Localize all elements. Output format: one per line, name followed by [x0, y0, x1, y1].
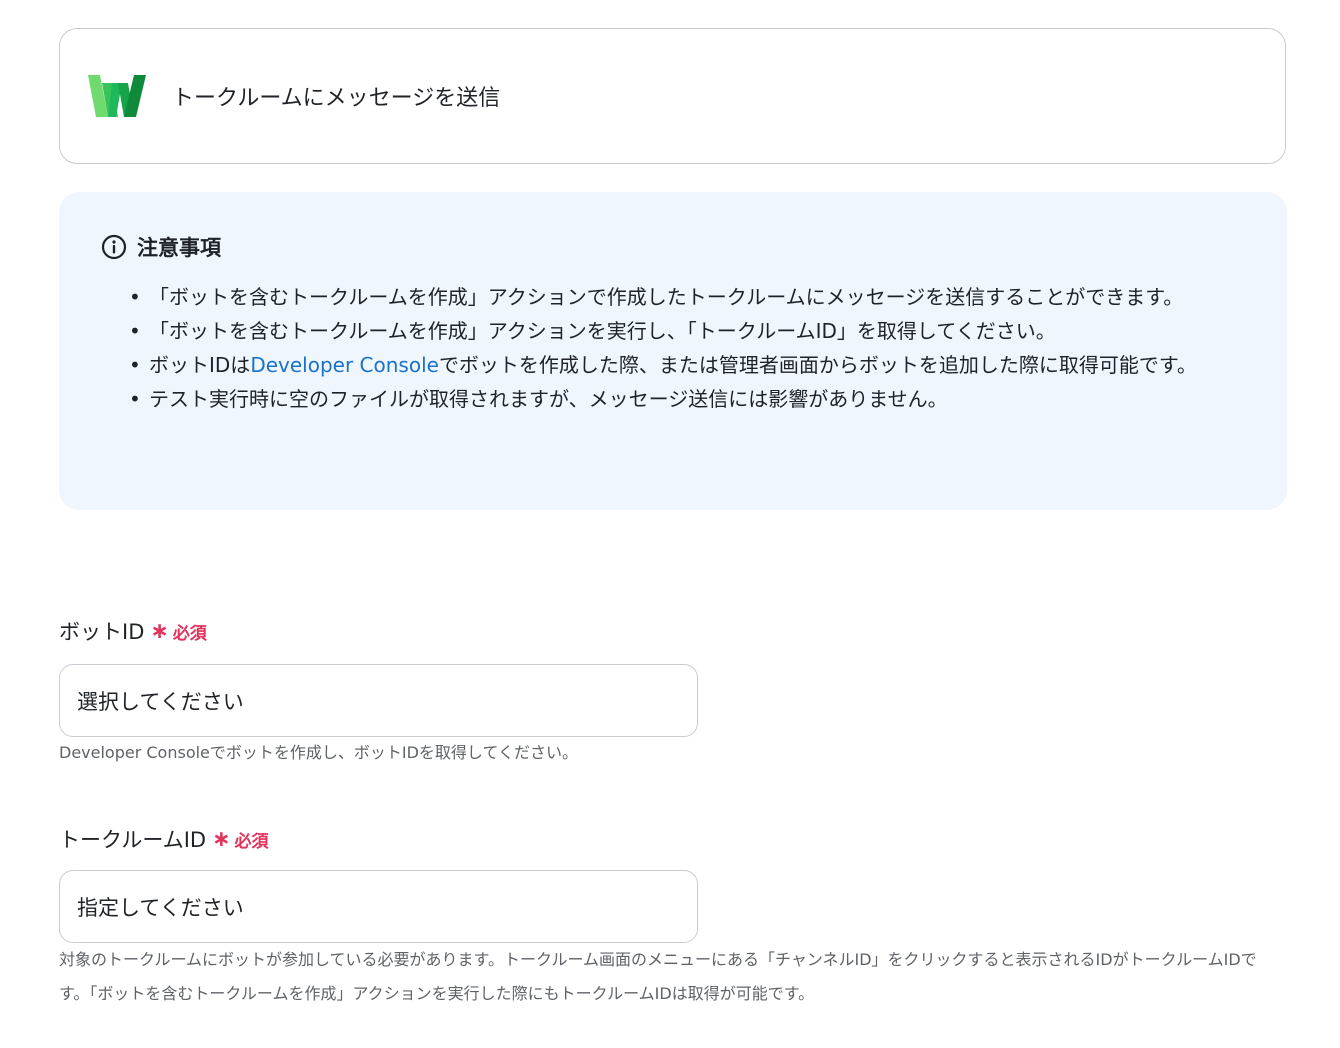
talkroom-id-label-row: トークルームID ∗ 必須 [59, 824, 269, 854]
notice-title: 注意事項 [137, 236, 221, 260]
talkroom-id-label: トークルームID [59, 828, 207, 852]
required-text: 必須 [172, 623, 207, 644]
notice-item: • 「ボットを含むトークルームを作成」アクションで作成したトークルームにメッセー… [129, 285, 1184, 309]
notice-box: 注意事項 • 「ボットを含むトークルームを作成」アクションで作成したトークルーム… [59, 192, 1287, 510]
notice-item-text: 「ボットを含むトークルームを作成」アクションを実行し、「トークルームID」を取得… [149, 319, 1056, 343]
notice-header: 注意事項 [101, 232, 221, 262]
notice-item-text: テスト実行時に空のファイルが取得されますが、メッセージ送信には影響がありません。 [149, 387, 948, 411]
notice-item: • テスト実行時に空のファイルが取得されますが、メッセージ送信には影響がありませ… [129, 387, 948, 411]
required-asterisk-icon: ∗ [150, 618, 169, 644]
talkroom-id-help-text: 対象のトークルームにボットが参加している必要があります。トークルーム画面のメニュ… [59, 950, 1257, 1003]
bot-id-placeholder: 選択してください [77, 689, 244, 714]
notice-item-suffix: でボットを作成した際、または管理者画面からボットを追加した際に取得可能です。 [438, 353, 1197, 377]
action-title: トークルームにメッセージを送信 [172, 86, 501, 111]
notice-list: • 「ボットを含むトークルームを作成」アクションで作成したトークルームにメッセー… [129, 280, 1249, 416]
required-text: 必須 [234, 831, 269, 852]
bot-id-help-text: Developer Consoleでボットを作成し、ボットIDを取得してください… [59, 743, 578, 762]
required-asterisk-icon: ∗ [212, 826, 231, 852]
talkroom-id-placeholder: 指定してください [77, 895, 244, 920]
info-icon [101, 234, 127, 260]
developer-console-link[interactable]: Developer Console [250, 353, 439, 377]
action-header-card: トークルームにメッセージを送信 [59, 28, 1286, 164]
talkroom-id-input[interactable]: 指定してください [59, 870, 698, 943]
bot-id-label-row: ボットID ∗ 必須 [59, 616, 207, 646]
notice-item-text: 「ボットを含むトークルームを作成」アクションで作成したトークルームにメッセージを… [149, 285, 1184, 309]
notice-item: • ボットIDはDeveloper Consoleでボットを作成した際、または管… [129, 353, 1197, 377]
notice-item: • 「ボットを含むトークルームを作成」アクションを実行し、「トークルームID」を… [129, 319, 1056, 343]
bot-id-select[interactable]: 選択してください [59, 664, 698, 737]
works-w-logo-icon [88, 75, 146, 117]
notice-item-prefix: ボットIDは [149, 353, 251, 377]
bot-id-label: ボットID [59, 620, 145, 644]
